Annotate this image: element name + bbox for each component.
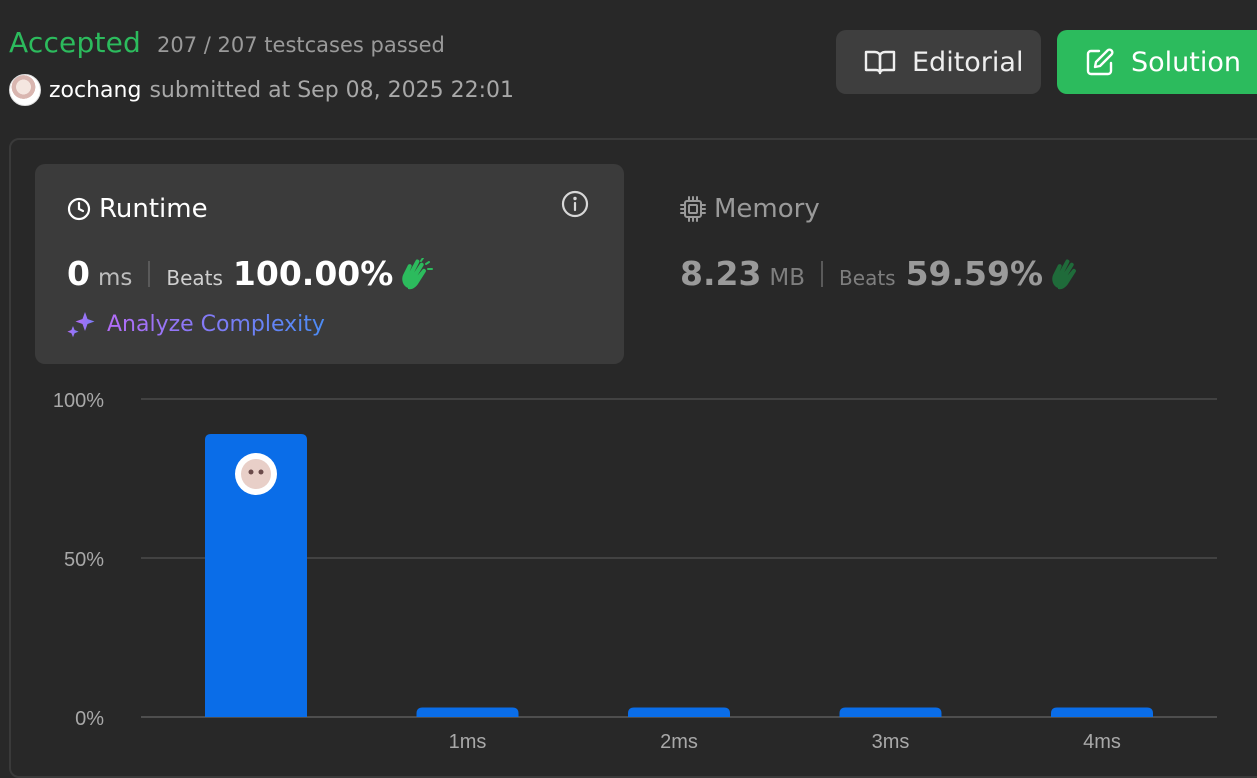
- runtime-card[interactable]: Runtime 0 ms Beats 100.00% Analyze Compl…: [35, 164, 624, 364]
- info-icon[interactable]: [561, 190, 589, 218]
- username-link[interactable]: zochang: [49, 78, 141, 103]
- bar: [1051, 707, 1153, 717]
- y-tick-label: 0%: [75, 708, 104, 730]
- runtime-title: Runtime: [67, 194, 208, 224]
- avatar-eye: [248, 469, 254, 475]
- clapping-hands-icon: [402, 257, 434, 289]
- editorial-button[interactable]: Editorial: [836, 30, 1041, 94]
- solution-button[interactable]: Solution: [1057, 30, 1257, 94]
- analyze-complexity-label: Analyze Complexity: [107, 311, 325, 337]
- book-open-icon: [864, 50, 896, 75]
- y-tick-label: 100%: [53, 390, 104, 412]
- runtime-beats-label: Beats: [166, 266, 223, 290]
- memory-beats-label: Beats: [839, 266, 896, 290]
- bar: [416, 707, 519, 717]
- avatar[interactable]: [9, 74, 41, 106]
- analyze-complexity-link[interactable]: Analyze Complexity: [67, 310, 325, 338]
- memory-unit: MB: [769, 265, 806, 291]
- memory-title[interactable]: Memory: [680, 194, 820, 224]
- chip-icon: [680, 196, 706, 222]
- testcases-passed: 207 / 207 testcases passed: [157, 33, 445, 57]
- x-tick-label: 1ms: [449, 731, 487, 753]
- divider: [821, 260, 824, 287]
- x-tick-label: 4ms: [1083, 731, 1121, 753]
- runtime-beats-value: 100.00%: [232, 254, 394, 293]
- runtime-title-label: Runtime: [99, 194, 208, 224]
- submitter-info: zochang submitted at Sep 08, 2025 22:01: [9, 74, 514, 106]
- avatar-eye: [258, 469, 264, 475]
- bar: [628, 707, 730, 717]
- avatar-face: [241, 458, 271, 489]
- memory-value: 8.23: [680, 254, 762, 293]
- submission-status: Accepted 207 / 207 testcases passed: [9, 26, 445, 59]
- y-tick-label: 50%: [64, 549, 104, 571]
- x-tick-label: 2ms: [660, 731, 698, 753]
- bar: [839, 707, 942, 717]
- editorial-label: Editorial: [912, 46, 1024, 78]
- memory-title-label: Memory: [714, 194, 820, 224]
- divider: [148, 260, 151, 287]
- runtime-unit: ms: [97, 265, 133, 291]
- sparkle-icon: [67, 312, 95, 338]
- clock-icon: [67, 197, 91, 221]
- memory-stats[interactable]: 8.23 MB Beats 59.59%: [680, 254, 1083, 293]
- runtime-distribution-chart: 0% 50% 100% 1ms 2ms 3ms 4ms: [53, 390, 1217, 753]
- runtime-stats: 0 ms Beats 100.00%: [67, 254, 434, 293]
- runtime-value: 0: [67, 254, 90, 293]
- solution-label: Solution: [1131, 46, 1241, 78]
- accepted-label: Accepted: [9, 26, 142, 59]
- edit-icon: [1086, 48, 1114, 76]
- clapping-hands-icon: [1052, 258, 1076, 289]
- memory-beats-value: 59.59%: [905, 254, 1044, 293]
- submitted-at: submitted at Sep 08, 2025 22:01: [149, 77, 515, 103]
- x-tick-label: 3ms: [872, 731, 910, 753]
